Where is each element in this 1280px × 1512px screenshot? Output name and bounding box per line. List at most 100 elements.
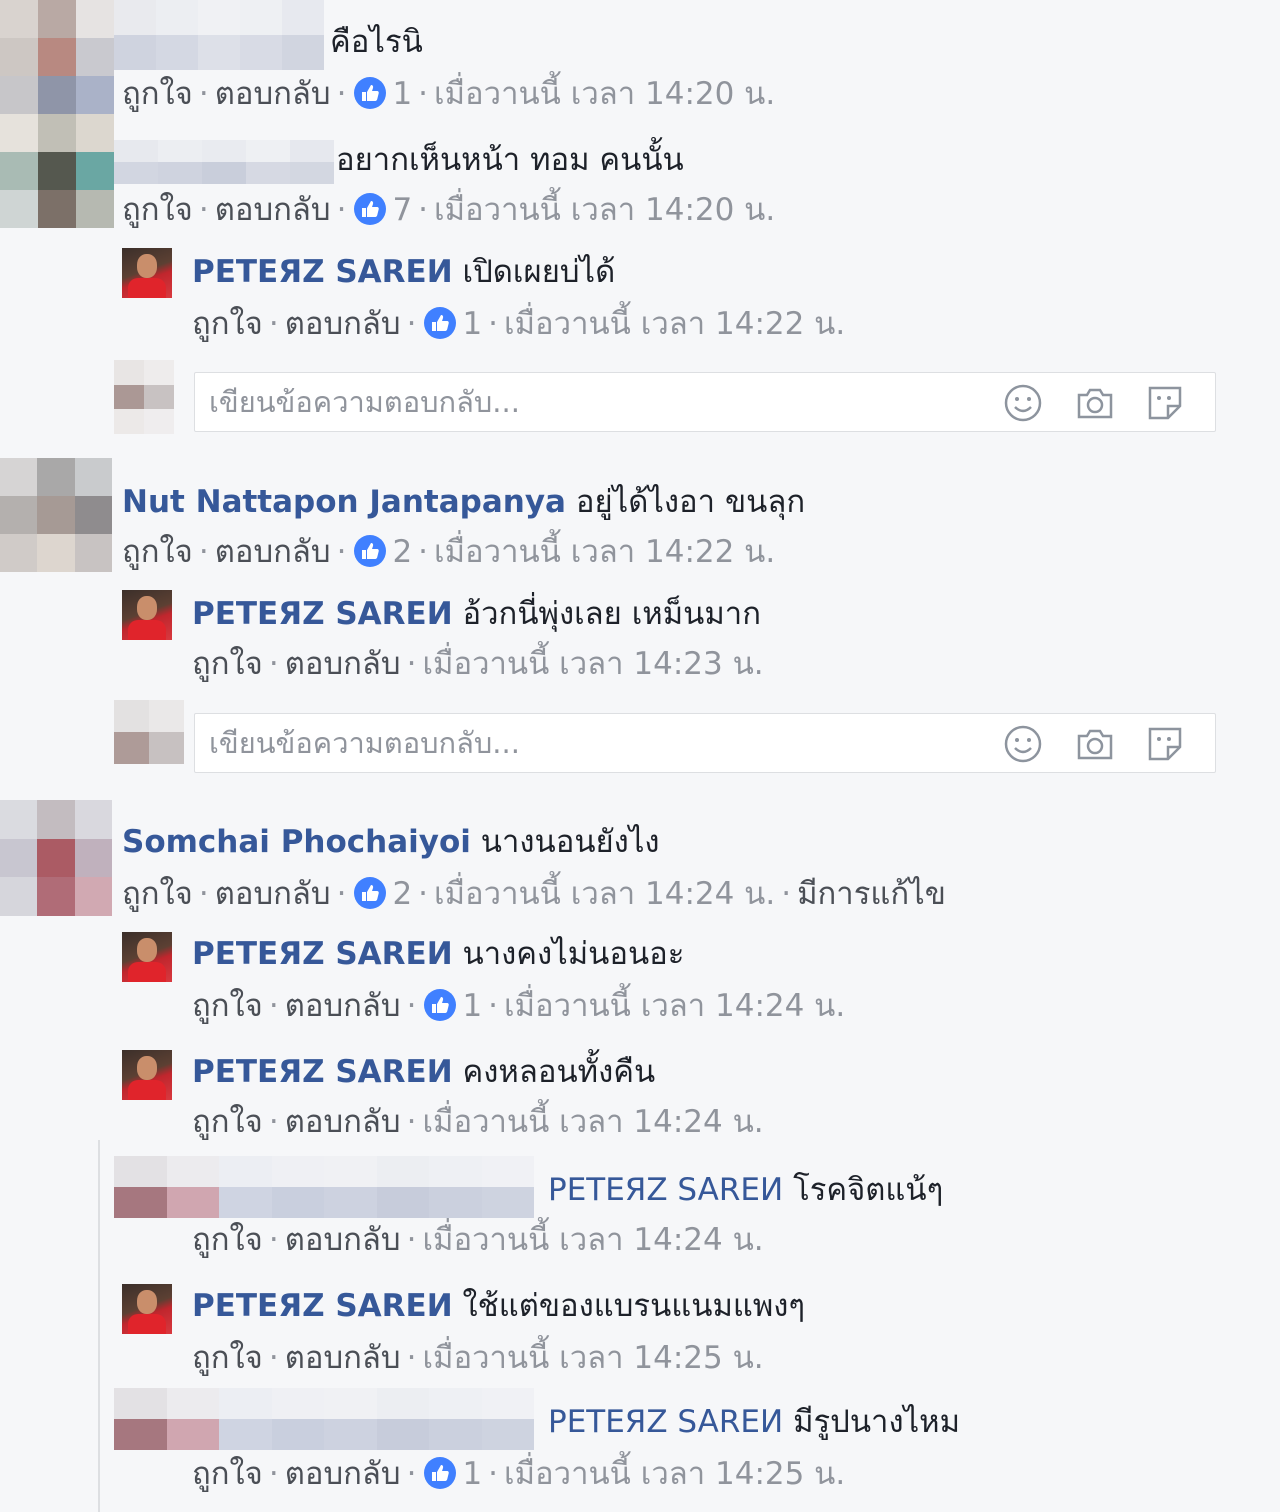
timestamp[interactable]: เมื่อวานนี้ เวลา 14:20 น. — [434, 76, 775, 112]
like-count[interactable]: 1 — [462, 988, 482, 1024]
emoji-icon[interactable] — [1003, 383, 1043, 423]
comment-meta: ถูกใจ · ตอบกลับ · เมื่อวานนี้ เวลา 14:23 น. — [192, 646, 764, 682]
thread-line — [98, 1140, 100, 1512]
like-thumb-icon[interactable] — [354, 877, 387, 909]
comment-meta: ถูกใจ · ตอบกลับ · เมื่อวานนี้ เวลา 14:24 น. — [192, 1104, 764, 1140]
reply-link[interactable]: ตอบกลับ — [285, 988, 401, 1024]
avatar[interactable] — [122, 1284, 172, 1334]
timestamp[interactable]: เมื่อวานนี้ เวลา 14:24 น. — [422, 1104, 763, 1140]
comment-text: นางนอนยังไง — [480, 824, 660, 860]
comment-meta: ถูกใจ · ตอบกลับ · เมื่อวานนี้ เวลา 14:25 น. — [192, 1340, 764, 1376]
like-link[interactable]: ถูกใจ — [192, 306, 263, 342]
like-thumb-icon[interactable] — [424, 989, 457, 1021]
sticker-icon[interactable] — [1145, 724, 1185, 764]
reply-link[interactable]: ตอบกลับ — [215, 76, 331, 112]
avatar[interactable] — [122, 932, 172, 982]
blurred-avatar — [114, 700, 184, 764]
emoji-icon[interactable] — [1003, 724, 1043, 764]
like-thumb-icon[interactable] — [354, 77, 387, 109]
like-link[interactable]: ถูกใจ — [192, 1456, 263, 1492]
timestamp[interactable]: เมื่อวานนี้ เวลา 14:25 น. — [504, 1456, 845, 1492]
timestamp[interactable]: เมื่อวานนี้ เวลา 14:24 น. — [504, 988, 845, 1024]
like-count[interactable]: 7 — [392, 192, 412, 228]
reply-input[interactable] — [207, 381, 991, 423]
camera-icon[interactable] — [1075, 383, 1115, 423]
comment-text-line: Somchai Phochaiyoi นางนอนยังไง — [122, 822, 660, 862]
like-link[interactable]: ถูกใจ — [122, 76, 193, 112]
comment-text: อยากเห็นหน้า ทอม คนนั้น — [336, 142, 684, 178]
author-name[interactable]: PETEЯZ SAREИ — [192, 1054, 453, 1090]
blurred-name — [114, 140, 334, 184]
like-link[interactable]: ถูกใจ — [192, 1222, 263, 1258]
timestamp[interactable]: เมื่อวานนี้ เวลา 14:22 น. — [434, 534, 775, 570]
comment-text-line: Nut Nattapon Jantapanya อยู่ได้ไงอา ขนลุ… — [122, 482, 805, 522]
like-link[interactable]: ถูกใจ — [192, 988, 263, 1024]
avatar[interactable] — [122, 1050, 172, 1100]
reply-link[interactable]: ตอบกลับ — [285, 1340, 401, 1376]
avatar[interactable] — [122, 590, 172, 640]
like-thumb-icon[interactable] — [354, 535, 387, 567]
reply-input[interactable] — [207, 722, 991, 764]
like-thumb-icon[interactable] — [354, 193, 387, 225]
comment-meta: ถูกใจ · ตอบกลับ · 2 · เมื่อวานนี้ เวลา 14:22 น… — [122, 534, 776, 570]
like-count[interactable]: 1 — [462, 1456, 482, 1492]
author-name[interactable]: PETEЯZ SAREИ — [192, 254, 453, 290]
comment-text: ใช้แต่ของแบรนแนมแพงๆ — [462, 1288, 806, 1324]
like-count[interactable]: 2 — [392, 534, 412, 570]
reply-link[interactable]: ตอบกลับ — [285, 1222, 401, 1258]
camera-icon[interactable] — [1075, 724, 1115, 764]
comment-text-line: PETEЯZ SAREИ คงหลอนทั้งคืน — [192, 1052, 655, 1092]
timestamp[interactable]: เมื่อวานนี้ เวลา 14:20 น. — [434, 192, 775, 228]
blurred-avatar — [0, 458, 112, 572]
comment-meta: ถูกใจ · ตอบกลับ · 1 · เมื่อวานนี้ เวลา 14:22 น… — [192, 306, 846, 342]
reply-link[interactable]: ตอบกลับ — [285, 1104, 401, 1140]
edited-label[interactable]: มีการแก้ไข — [797, 876, 946, 912]
like-thumb-icon[interactable] — [424, 307, 457, 339]
reply-link[interactable]: ตอบกลับ — [285, 646, 401, 682]
author-name[interactable]: PETEЯZ SAREИ — [192, 936, 453, 972]
blurred-avatar — [0, 0, 114, 228]
mention-tag[interactable]: PETEЯZ SAREИ — [548, 1172, 783, 1208]
comment-text-line: PETEЯZ SAREИ เปิดเผยบ่ได้ — [192, 252, 615, 292]
like-count[interactable]: 1 — [392, 76, 412, 112]
timestamp[interactable]: เมื่อวานนี้ เวลา 14:22 น. — [504, 306, 845, 342]
like-link[interactable]: ถูกใจ — [122, 876, 193, 912]
author-name[interactable]: PETEЯZ SAREИ — [192, 1288, 453, 1324]
comment-text: คงหลอนทั้งคืน — [462, 1054, 656, 1090]
like-link[interactable]: ถูกใจ — [192, 1340, 263, 1376]
like-count[interactable]: 1 — [462, 306, 482, 342]
timestamp[interactable]: เมื่อวานนี้ เวลา 14:24 น. — [422, 1222, 763, 1258]
timestamp[interactable]: เมื่อวานนี้ เวลา 14:24 น. — [434, 876, 775, 912]
comment-text: โรคจิตแน้ๆ — [793, 1172, 944, 1208]
comment-meta: ถูกใจ · ตอบกลับ · เมื่อวานนี้ เวลา 14:24 น. — [192, 1222, 764, 1258]
comment-text: เปิดเผยบ่ได้ — [462, 254, 616, 290]
avatar[interactable] — [122, 248, 172, 298]
reply-link[interactable]: ตอบกลับ — [215, 192, 331, 228]
comment-text: อยู่ได้ไงอา ขนลุก — [575, 484, 806, 520]
comment-meta: ถูกใจ · ตอบกลับ · 7 · เมื่อวานนี้ เวลา 14:20 น… — [122, 192, 776, 228]
like-thumb-icon[interactable] — [424, 1457, 457, 1489]
author-name[interactable]: PETEЯZ SAREИ — [192, 596, 453, 632]
like-link[interactable]: ถูกใจ — [192, 646, 263, 682]
like-link[interactable]: ถูกใจ — [122, 192, 193, 228]
reply-link[interactable]: ตอบกลับ — [285, 306, 401, 342]
mention-tag[interactable]: PETEЯZ SAREИ — [548, 1404, 783, 1440]
comment-text: นางคงไม่นอนอะ — [462, 936, 685, 972]
sticker-icon[interactable] — [1145, 383, 1185, 423]
comment-text-line: PETEЯZ SAREИ ใช้แต่ของแบรนแนมแพงๆ — [192, 1286, 805, 1326]
like-count[interactable]: 2 — [392, 876, 412, 912]
reply-link[interactable]: ตอบกลับ — [285, 1456, 401, 1492]
like-link[interactable]: ถูกใจ — [122, 534, 193, 570]
author-name[interactable]: Nut Nattapon Jantapanya — [122, 484, 566, 520]
reply-link[interactable]: ตอบกลับ — [215, 534, 331, 570]
author-name[interactable]: Somchai Phochaiyoi — [122, 824, 471, 860]
reply-box — [194, 372, 1216, 432]
timestamp[interactable]: เมื่อวานนี้ เวลา 14:25 น. — [422, 1340, 763, 1376]
comment-text-line: PETEЯZ SAREИ นางคงไม่นอนอะ — [192, 934, 684, 974]
comment-text-line: PETEЯZ SAREИ โรคจิตแน้ๆ — [548, 1170, 943, 1210]
comment-text: อ้วกนี่พุ่งเลย เหม็นมาก — [462, 596, 761, 632]
reply-link[interactable]: ตอบกลับ — [215, 876, 331, 912]
comment-meta: ถูกใจ · ตอบกลับ · 1 · เมื่อวานนี้ เวลา 14:20 น… — [122, 76, 776, 112]
like-link[interactable]: ถูกใจ — [192, 1104, 263, 1140]
timestamp[interactable]: เมื่อวานนี้ เวลา 14:23 น. — [422, 646, 763, 682]
